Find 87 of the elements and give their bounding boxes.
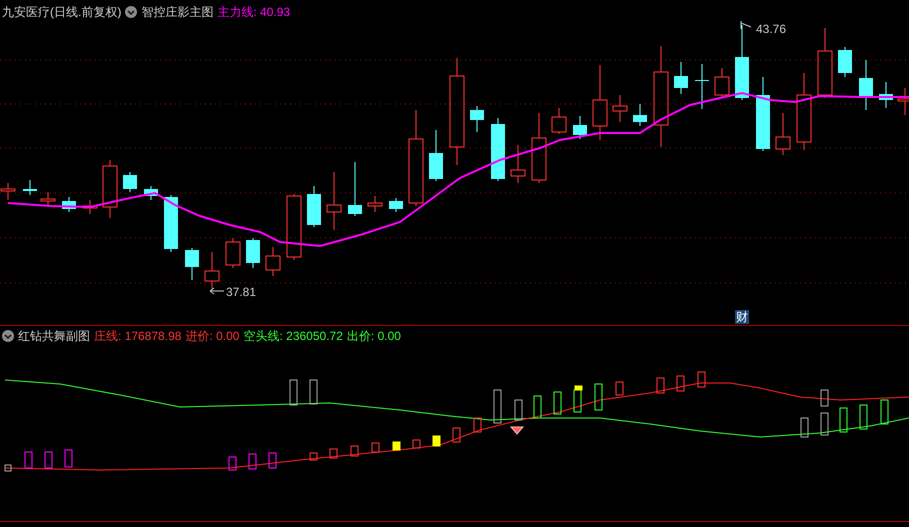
indicator-bar	[474, 418, 482, 432]
candlestick	[838, 46, 852, 78]
indicator-bar	[452, 428, 460, 442]
indicator-bar	[676, 376, 684, 392]
candlestick	[389, 198, 403, 212]
candlestick	[326, 172, 342, 230]
indicator-bar	[840, 408, 848, 432]
candlestick	[82, 200, 98, 214]
candlestick	[491, 118, 505, 182]
indicator-bar	[616, 382, 624, 396]
high-price-label: 43.76	[756, 21, 786, 38]
candlestick	[674, 62, 688, 94]
indicator-bar	[44, 452, 52, 468]
indicator-bar	[820, 412, 828, 436]
candlestick	[612, 94, 628, 122]
candlestick	[40, 192, 56, 206]
indicator-bar	[372, 442, 380, 452]
indicator-readout: 空头线: 236050.72	[243, 328, 343, 345]
candlestick	[714, 68, 730, 98]
candlestick	[776, 112, 790, 156]
indicator-bar	[228, 456, 236, 470]
indicator-bar	[594, 384, 602, 410]
indicator-bar	[514, 400, 522, 420]
indicator-bar	[554, 392, 562, 414]
indicator-bar	[412, 440, 420, 448]
indicator-bar	[310, 452, 318, 460]
indicator-readout: 主力线: 40.93	[217, 4, 290, 21]
indicator-bar	[494, 390, 502, 424]
chevron-down-icon[interactable]	[2, 330, 14, 342]
diamond-icon	[510, 426, 524, 435]
indicator-readout: 出价: 0.00	[346, 328, 401, 345]
chevron-down-icon[interactable]	[125, 6, 138, 18]
arrow-icon	[740, 20, 752, 30]
arrow-icon	[209, 286, 225, 296]
indicator-bar	[860, 404, 868, 430]
candlestick	[573, 116, 587, 140]
candlestick	[532, 112, 546, 184]
candlestick	[818, 28, 832, 98]
candlestick	[286, 194, 302, 260]
candlestick	[633, 104, 647, 126]
candlestick	[185, 248, 199, 280]
candlestick	[204, 252, 220, 290]
indicator-bar	[350, 446, 358, 456]
indicator-name: 红钻共舞副图	[18, 328, 90, 345]
candlestick	[246, 238, 260, 268]
indicator-bar	[656, 378, 664, 394]
candlestick	[144, 186, 158, 200]
indicator-bar	[880, 400, 888, 424]
indicator-bar	[820, 390, 828, 406]
candlestick	[123, 172, 137, 192]
candlestick	[307, 186, 321, 228]
candlestick	[898, 88, 909, 116]
indicator-bar	[310, 380, 318, 404]
indicator-name: 智控庄影主图	[141, 4, 214, 21]
candlestick	[552, 108, 566, 134]
indicator-bar	[24, 452, 32, 468]
candlestick	[0, 182, 16, 200]
indicator-readout: 庄线: 176878.98	[94, 328, 182, 345]
indicator-readout: 进价: 0.00	[185, 328, 240, 345]
finance-marker[interactable]: 财	[735, 310, 749, 324]
candlestick	[368, 196, 382, 212]
low-price-label: 37.81	[226, 284, 256, 301]
indicator-bar	[64, 450, 72, 468]
candlestick	[429, 130, 443, 182]
candlestick	[348, 162, 362, 216]
candlestick	[102, 160, 118, 218]
candlestick	[695, 64, 709, 110]
candlestick	[62, 196, 76, 212]
indicator-bar	[432, 436, 440, 446]
candlestick	[266, 246, 280, 276]
indicator-bar	[290, 380, 298, 406]
stock-title: 九安医疗(日线.前复权)	[2, 4, 122, 21]
indicator-bar	[248, 454, 256, 470]
candlestick	[879, 82, 893, 108]
candlestick	[470, 106, 484, 132]
indicator-bar	[392, 442, 400, 450]
candlestick	[226, 238, 240, 268]
indicator-bar	[800, 418, 808, 438]
indicator-bar	[330, 448, 338, 458]
indicator-bar	[534, 396, 542, 418]
indicator-bar	[268, 452, 276, 468]
candlestick	[859, 60, 873, 110]
candlestick	[164, 194, 178, 252]
candlestick	[23, 180, 37, 196]
candlestick	[510, 144, 526, 184]
indicator-bar	[698, 372, 706, 388]
start-marker	[4, 464, 12, 472]
